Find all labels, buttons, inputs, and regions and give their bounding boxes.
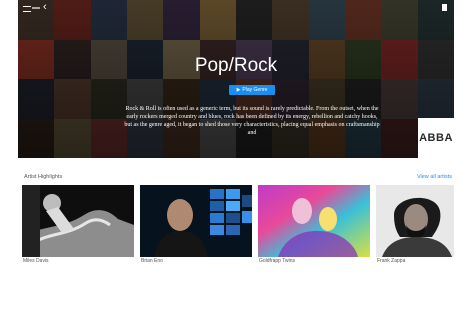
bookmark-icon[interactable] — [442, 4, 447, 11]
artist-card[interactable]: Brian Eno — [140, 185, 252, 265]
artist-card[interactable]: Goldfrapp Twins — [258, 185, 370, 265]
artist-name: Brian Eno — [141, 258, 163, 264]
genre-description: Rock & Roll is often used as a generic t… — [124, 106, 380, 136]
artist-photo — [140, 185, 252, 257]
view-all-artists-link[interactable]: View all artists — [417, 174, 452, 180]
top-bar: ‹ — [18, 0, 454, 16]
menu-icon[interactable] — [23, 6, 31, 12]
artist-name: Frank Zappa — [377, 258, 406, 264]
back-arrow-icon[interactable]: ‹ — [43, 2, 47, 13]
artist-highlights-list: Miles Davis Brian Eno Goldfrapp Twins Fr… — [22, 185, 454, 265]
play-genre-label: Play Genre — [242, 87, 268, 93]
menu-label-placeholder — [32, 7, 40, 9]
play-genre-button[interactable]: ▶ Play Genre — [229, 85, 275, 95]
play-icon: ▶ — [236, 86, 241, 93]
album-tile-abba[interactable]: ABBA — [418, 118, 454, 158]
artist-card[interactable]: Frank Zappa — [376, 185, 454, 265]
artist-name: Goldfrapp Twins — [259, 258, 296, 264]
genre-title: Pop/Rock — [194, 55, 278, 76]
artist-photo — [22, 185, 134, 257]
artist-photo — [258, 185, 370, 257]
app-window: ABBA ‹ Pop/Rock ▶ Play Genre Rock & Roll… — [18, 0, 454, 311]
artist-name: Miles Davis — [23, 258, 49, 264]
section-title: Artist Highlights — [24, 174, 63, 180]
genre-hero: ABBA ‹ Pop/Rock ▶ Play Genre Rock & Roll… — [18, 0, 454, 158]
artist-photo — [376, 185, 454, 257]
artist-highlights-header: Artist Highlights View all artists — [24, 174, 452, 184]
artist-card[interactable]: Miles Davis — [22, 185, 134, 265]
album-tile-label: ABBA — [419, 132, 453, 144]
